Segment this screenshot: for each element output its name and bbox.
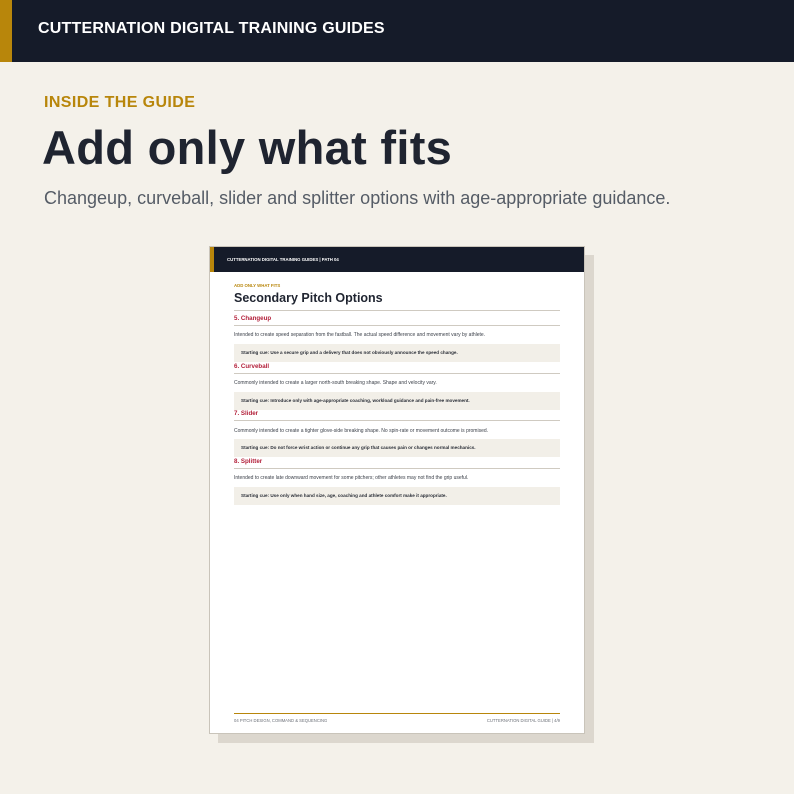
section-divider xyxy=(234,420,560,421)
section-divider xyxy=(234,468,560,469)
section-body: Commonly intended to create a tighter gl… xyxy=(234,428,489,434)
hero-eyebrow: INSIDE THE GUIDE xyxy=(44,94,196,111)
document-preview: CUTTERNATION DIGITAL TRAINING GUIDES | P… xyxy=(209,246,585,734)
section-body: Intended to create speed separation from… xyxy=(234,332,486,338)
starting-cue-box: Starting cue: Use only when hand size, a… xyxy=(234,487,560,505)
document-title: Secondary Pitch Options xyxy=(234,291,383,305)
section-divider xyxy=(234,325,560,326)
document-header-accent xyxy=(210,247,214,272)
document-header: CUTTERNATION DIGITAL TRAINING GUIDES | P… xyxy=(210,247,584,272)
section-title: 8. Splitter xyxy=(234,458,263,465)
starting-cue-box: Starting cue: Introduce only with age-ap… xyxy=(234,392,560,410)
title-divider xyxy=(234,310,560,311)
section-title: 5. Changeup xyxy=(234,315,272,322)
document-header-text: CUTTERNATION DIGITAL TRAINING GUIDES | P… xyxy=(227,257,339,262)
brand-title: CUTTERNATION DIGITAL TRAINING GUIDES xyxy=(38,20,385,37)
starting-cue-text: Starting cue: Use only when hand size, a… xyxy=(241,493,447,498)
starting-cue-box: Starting cue: Use a secure grip and a de… xyxy=(234,344,560,362)
document-eyebrow: ADD ONLY WHAT FITS xyxy=(234,283,281,288)
hero-headline: Add only what fits xyxy=(42,121,453,174)
footer-divider xyxy=(234,713,560,714)
section-title: 7. Slider xyxy=(234,410,259,417)
starting-cue-text: Starting cue: Do not force wrist action … xyxy=(241,445,476,450)
section-body: Intended to create late downward movemen… xyxy=(234,475,469,481)
top-bar-accent xyxy=(0,0,12,62)
starting-cue-text: Starting cue: Use a secure grip and a de… xyxy=(241,350,458,355)
section-body: Commonly intended to create a larger nor… xyxy=(234,380,437,386)
hero-subhead: Changeup, curveball, slider and splitter… xyxy=(44,188,671,208)
top-bar: CUTTERNATION DIGITAL TRAINING GUIDES xyxy=(0,0,794,62)
section-divider xyxy=(234,373,560,374)
footer-right: CUTTERNATION DIGITAL GUIDE | 4/9 xyxy=(486,718,560,723)
footer-left: 04 PITCH DESIGN, COMMAND & SEQUENCING xyxy=(234,718,328,723)
starting-cue-text: Starting cue: Introduce only with age-ap… xyxy=(241,398,470,403)
section-title: 6. Curveball xyxy=(234,363,270,370)
starting-cue-box: Starting cue: Do not force wrist action … xyxy=(234,439,560,457)
